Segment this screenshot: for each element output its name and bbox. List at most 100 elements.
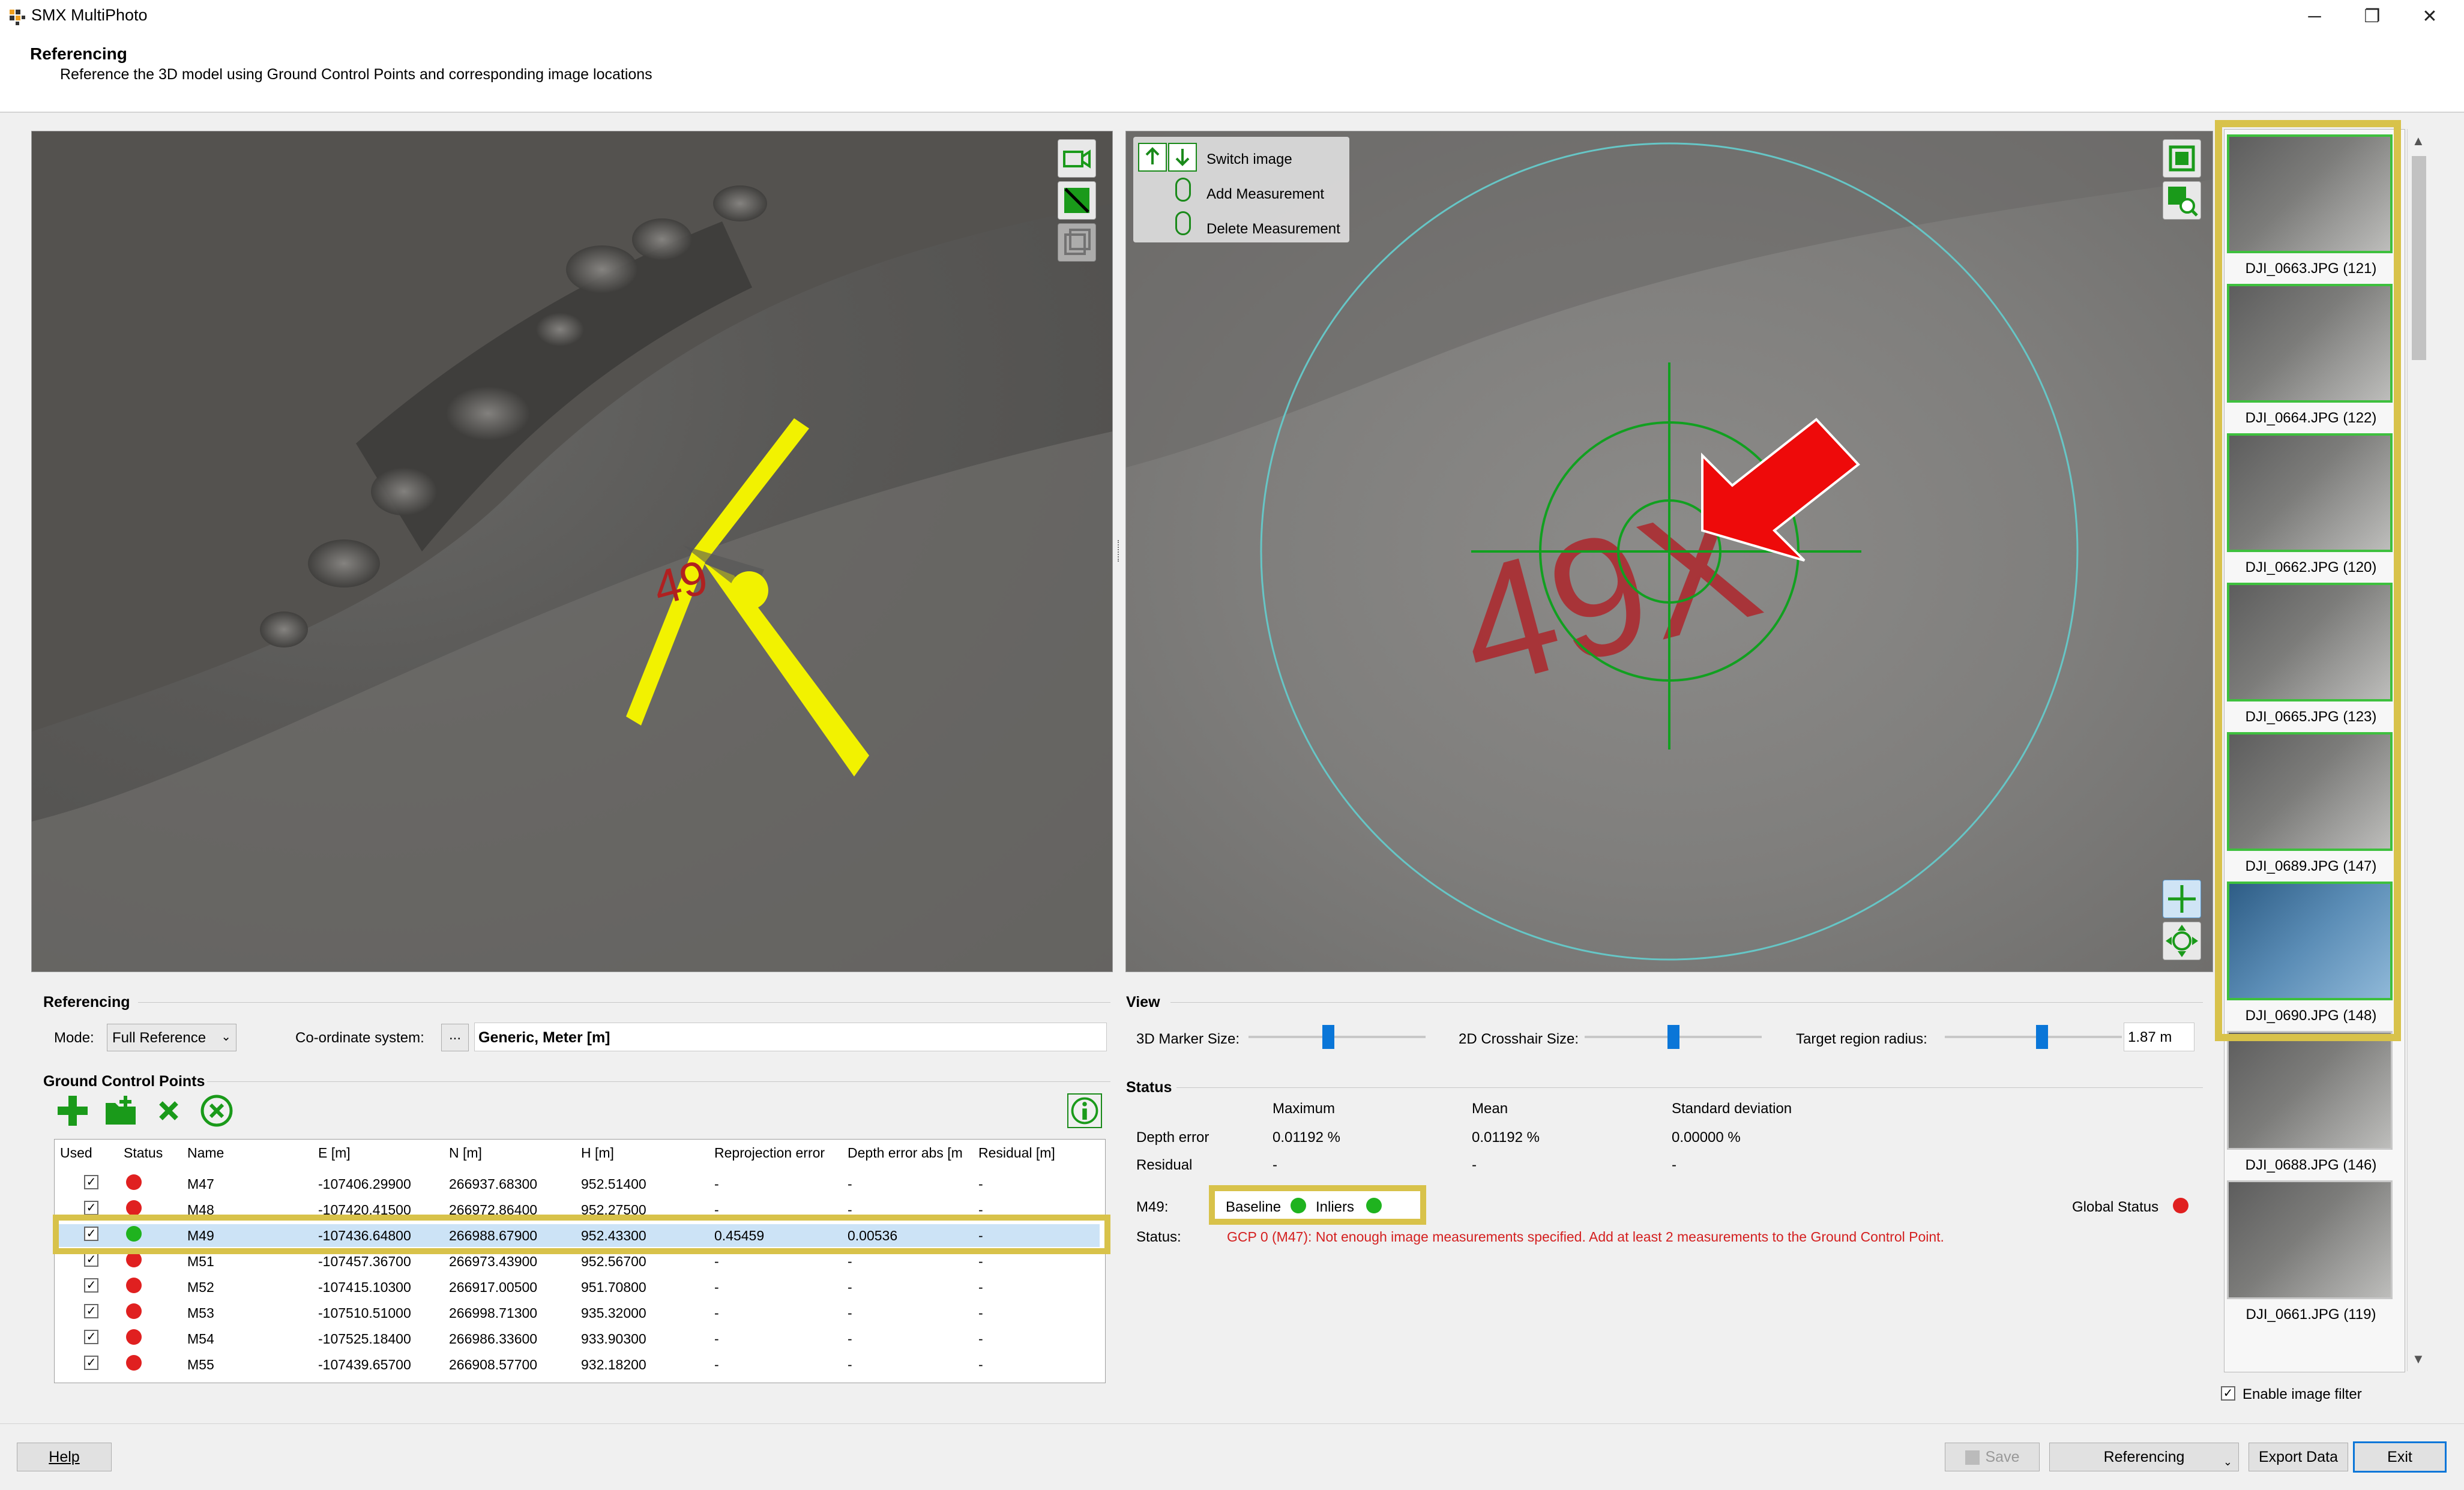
used-checkbox[interactable]: ✓ bbox=[84, 1278, 98, 1293]
image-thumbnail-label: DJI_0663.JPG (121) bbox=[2245, 260, 2377, 277]
stat-col-maximum: Maximum bbox=[1273, 1101, 1336, 1117]
used-checkbox[interactable]: ✓ bbox=[84, 1330, 98, 1344]
image-thumbnail[interactable] bbox=[2227, 1031, 2393, 1150]
column-header[interactable]: H [m] bbox=[581, 1145, 614, 1161]
coordinate-system-browse-button[interactable]: ... bbox=[441, 1024, 469, 1051]
clear-gcps-icon[interactable] bbox=[199, 1093, 234, 1128]
table-cell: - bbox=[714, 1331, 719, 1347]
used-checkbox[interactable]: ✓ bbox=[84, 1175, 98, 1189]
column-header[interactable]: Reprojection error bbox=[714, 1145, 825, 1161]
column-header[interactable]: E [m] bbox=[318, 1145, 351, 1161]
gcp-group-title: Ground Control Points bbox=[43, 1073, 205, 1090]
scroll-down-icon[interactable]: ▼ bbox=[2412, 1351, 2425, 1367]
zoom-image-button[interactable] bbox=[2163, 181, 2201, 220]
close-button[interactable]: ✕ bbox=[2401, 0, 2459, 35]
model-3d-viewport[interactable]: 49 bbox=[31, 131, 1113, 972]
column-header[interactable]: N [m] bbox=[449, 1145, 482, 1161]
frame-button[interactable] bbox=[1058, 223, 1096, 262]
delete-gcp-icon[interactable] bbox=[151, 1093, 186, 1128]
info-icon[interactable] bbox=[1067, 1093, 1102, 1128]
column-header[interactable]: Status bbox=[124, 1145, 163, 1161]
splitter-handle[interactable] bbox=[1118, 540, 1121, 562]
move-target-button[interactable] bbox=[2163, 922, 2201, 960]
image-thumbnail[interactable] bbox=[2227, 1180, 2393, 1299]
used-checkbox[interactable]: ✓ bbox=[84, 1356, 98, 1370]
column-header[interactable]: Depth error abs [m bbox=[848, 1145, 963, 1161]
used-checkbox[interactable]: ✓ bbox=[84, 1304, 98, 1318]
maximize-button[interactable]: ❐ bbox=[2343, 0, 2401, 35]
baseline-status-indicator bbox=[1291, 1198, 1306, 1213]
table-cell: - bbox=[978, 1176, 983, 1192]
target-radius-slider-handle[interactable] bbox=[2036, 1025, 2049, 1049]
help-button[interactable]: Help bbox=[17, 1443, 112, 1471]
image-thumbnail[interactable] bbox=[2227, 284, 2393, 403]
target-radius-slider[interactable] bbox=[1945, 1036, 2122, 1038]
table-cell: - bbox=[848, 1176, 852, 1192]
mode-select[interactable]: Full Reference ⌄ bbox=[107, 1024, 236, 1051]
table-cell: - bbox=[848, 1331, 852, 1347]
marker-size-slider[interactable] bbox=[1249, 1036, 1426, 1038]
status-message: GCP 0 (M47): Not enough image measuremen… bbox=[1227, 1229, 1944, 1245]
zoom-icon bbox=[2168, 187, 2198, 217]
enable-filter-label: Enable image filter bbox=[2243, 1386, 2362, 1402]
minimize-button[interactable]: ─ bbox=[2286, 0, 2343, 35]
view-group-title: View bbox=[1126, 994, 1160, 1011]
column-header[interactable]: Name bbox=[187, 1145, 224, 1161]
fit-view-button[interactable] bbox=[2163, 139, 2201, 178]
column-header[interactable]: Used bbox=[60, 1145, 92, 1161]
scroll-up-icon[interactable]: ▲ bbox=[2412, 133, 2425, 149]
table-cell: M47 bbox=[187, 1176, 214, 1192]
table-cell: M51 bbox=[187, 1254, 214, 1269]
image-thumbnail[interactable] bbox=[2227, 433, 2393, 552]
import-gcp-icon[interactable] bbox=[103, 1093, 138, 1128]
marker-size-label: 3D Marker Size: bbox=[1136, 1031, 1240, 1047]
center-crosshair-button[interactable] bbox=[2163, 880, 2201, 918]
table-cell: 952.56700 bbox=[581, 1254, 646, 1269]
crosshair-size-slider-handle[interactable] bbox=[1667, 1025, 1679, 1049]
enable-filter-checkbox[interactable]: ✓ bbox=[2221, 1386, 2235, 1401]
coordinate-system-field[interactable]: Generic, Meter [m] bbox=[474, 1023, 1107, 1051]
divider bbox=[138, 1002, 1110, 1003]
image-thumbnail[interactable] bbox=[2227, 583, 2393, 701]
move-icon bbox=[2166, 925, 2198, 957]
image-viewport[interactable]: 49X bbox=[1125, 131, 2213, 972]
window-title: SMX MultiPhoto bbox=[31, 6, 148, 24]
depth-error-max: 0.01192 % bbox=[1273, 1129, 1340, 1146]
status-indicator bbox=[126, 1174, 142, 1190]
image-thumbnail[interactable] bbox=[2227, 732, 2393, 851]
export-data-button[interactable]: Export Data bbox=[2249, 1443, 2348, 1471]
status-group-title: Status bbox=[1126, 1079, 1172, 1096]
toggle-overlay-button[interactable] bbox=[1058, 181, 1096, 220]
page-subtitle: Reference the 3D model using Ground Cont… bbox=[60, 66, 652, 83]
used-checkbox[interactable]: ✓ bbox=[84, 1252, 98, 1267]
column-header[interactable]: Residual [m] bbox=[978, 1145, 1055, 1161]
table-cell: - bbox=[714, 1357, 719, 1372]
divider bbox=[207, 1081, 1110, 1082]
exit-button[interactable]: Exit bbox=[2353, 1441, 2447, 1473]
table-cell: 951.70800 bbox=[581, 1279, 646, 1295]
add-gcp-icon[interactable] bbox=[55, 1093, 90, 1128]
table-cell: 952.51400 bbox=[581, 1176, 646, 1192]
image-thumbnail[interactable] bbox=[2227, 134, 2393, 253]
title-bar bbox=[0, 0, 2464, 35]
table-cell: 266973.43900 bbox=[449, 1254, 538, 1269]
table-cell: -107415.10300 bbox=[318, 1279, 411, 1295]
used-checkbox[interactable]: ✓ bbox=[84, 1201, 98, 1215]
status-message-label: Status: bbox=[1136, 1229, 1181, 1245]
referencing-button[interactable]: Referencing ⌄ bbox=[2049, 1443, 2239, 1471]
camera-icon bbox=[1063, 149, 1091, 169]
residual-label: Residual bbox=[1136, 1157, 1193, 1173]
depth-error-mean: 0.01192 % bbox=[1472, 1129, 1540, 1146]
image-thumbnail-label: DJI_0688.JPG (146) bbox=[2245, 1157, 2377, 1173]
camera-view-button[interactable] bbox=[1058, 139, 1096, 178]
marker-size-slider-handle[interactable] bbox=[1322, 1025, 1334, 1049]
scrollbar-thumb[interactable] bbox=[2412, 156, 2426, 360]
mode-label: Mode: bbox=[54, 1030, 94, 1046]
target-radius-field[interactable]: 1.87 m bbox=[2124, 1023, 2194, 1051]
save-button[interactable]: Save bbox=[1945, 1443, 2040, 1471]
table-cell: - bbox=[848, 1357, 852, 1372]
overlay-icon bbox=[1064, 188, 1089, 213]
image-thumbnail[interactable] bbox=[2227, 882, 2393, 1000]
residual-max: - bbox=[1273, 1157, 1277, 1173]
table-cell: 266937.68300 bbox=[449, 1176, 538, 1192]
